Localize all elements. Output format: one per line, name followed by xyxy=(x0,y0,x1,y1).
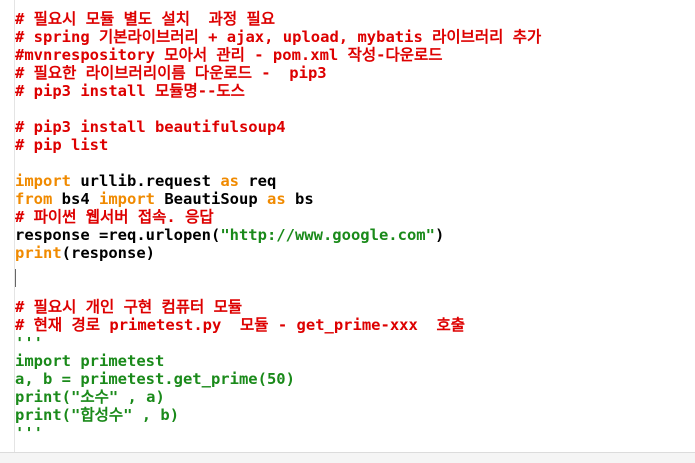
code-line[interactable] xyxy=(15,100,695,118)
code-line[interactable]: # spring 기본라이브러리 + ajax, upload, mybatis… xyxy=(15,28,695,46)
code-token: response =req.urlopen( xyxy=(15,226,221,244)
string-token: print("소수" , a) xyxy=(15,388,165,406)
code-area[interactable]: # 필요시 모듈 별도 설치 과정 필요 # spring 기본라이브러리 + a… xyxy=(15,10,695,442)
code-line[interactable]: ''' xyxy=(15,334,695,352)
keyword-token: import xyxy=(15,172,71,190)
string-token: ''' xyxy=(15,424,43,442)
comment-token: #mvnrespository 모아서 관리 - pom.xml 작성-다운로드 xyxy=(15,46,443,64)
code-line[interactable]: # 필요시 개인 구현 컴퓨터 모듈 xyxy=(15,298,695,316)
code-line[interactable]: # pip list xyxy=(15,136,695,154)
code-token: bs xyxy=(285,190,314,208)
comment-token: # 현재 경로 primetest.py 모듈 - get_prime-xxx … xyxy=(15,316,466,334)
code-line[interactable] xyxy=(15,262,695,280)
comment-token: # pip3 install beautifulsoup4 xyxy=(15,118,286,136)
code-line[interactable]: import urllib.request as req xyxy=(15,172,695,190)
code-line[interactable]: #mvnrespository 모아서 관리 - pom.xml 작성-다운로드 xyxy=(15,46,695,64)
code-line[interactable]: a, b = primetest.get_prime(50) xyxy=(15,370,695,388)
string-token: import primetest xyxy=(15,352,165,370)
code-editor[interactable]: # 필요시 모듈 별도 설치 과정 필요 # spring 기본라이브러리 + a… xyxy=(0,0,695,463)
horizontal-scrollbar[interactable] xyxy=(0,452,695,463)
keyword-token: import xyxy=(99,190,155,208)
string-token: print("합성수" , b) xyxy=(15,406,180,424)
comment-token: # 필요한 라이브러리이름 다운로드 - pip3 xyxy=(15,64,327,82)
comment-token: # 파이썬 웹서버 접속. 응답 xyxy=(15,208,214,226)
code-token: req xyxy=(238,172,277,190)
comment-token: # pip3 install 모듈명--도스 xyxy=(15,82,245,100)
code-token: ) xyxy=(434,226,445,244)
code-line[interactable]: # pip3 install beautifulsoup4 xyxy=(15,118,695,136)
code-line[interactable]: response =req.urlopen("http://www.google… xyxy=(15,226,695,244)
code-line[interactable]: from bs4 import BeautiSoup as bs xyxy=(15,190,695,208)
editor-gutter xyxy=(0,0,15,463)
comment-token: # pip list xyxy=(15,136,109,154)
code-line[interactable] xyxy=(15,280,695,298)
code-line[interactable] xyxy=(15,154,695,172)
keyword-token: as xyxy=(266,190,286,208)
code-line[interactable]: # 파이썬 웹서버 접속. 응답 xyxy=(15,208,695,226)
comment-token: # 필요시 개인 구현 컴퓨터 모듈 xyxy=(15,298,243,316)
string-token: a, b = primetest.get_prime(50) xyxy=(15,370,295,388)
code-token: BeautiSoup xyxy=(155,190,267,208)
code-line[interactable]: print(response) xyxy=(15,244,695,262)
code-line[interactable]: print("합성수" , b) xyxy=(15,406,695,424)
text-cursor xyxy=(15,269,16,287)
code-line[interactable]: print("소수" , a) xyxy=(15,388,695,406)
keyword-token: as xyxy=(220,172,239,190)
code-line[interactable]: # 필요한 라이브러리이름 다운로드 - pip3 xyxy=(15,64,695,82)
keyword-token: print xyxy=(15,244,62,262)
comment-token: # spring 기본라이브러리 + ajax, upload, mybatis… xyxy=(15,28,542,46)
code-token: (response) xyxy=(61,244,155,262)
code-token: urllib.request xyxy=(71,172,221,190)
string-token: "http://www.google.com" xyxy=(220,226,435,244)
keyword-token: from xyxy=(15,190,53,208)
comment-token: # 필요시 모듈 별도 설치 과정 필요 xyxy=(15,10,276,28)
code-line[interactable]: ''' xyxy=(15,424,695,442)
string-token: ''' xyxy=(15,334,43,352)
code-line[interactable]: # 현재 경로 primetest.py 모듈 - get_prime-xxx … xyxy=(15,316,695,334)
code-line[interactable]: # 필요시 모듈 별도 설치 과정 필요 xyxy=(15,10,695,28)
code-token: bs4 xyxy=(52,190,99,208)
code-line[interactable]: # pip3 install 모듈명--도스 xyxy=(15,82,695,100)
code-line[interactable]: import primetest xyxy=(15,352,695,370)
